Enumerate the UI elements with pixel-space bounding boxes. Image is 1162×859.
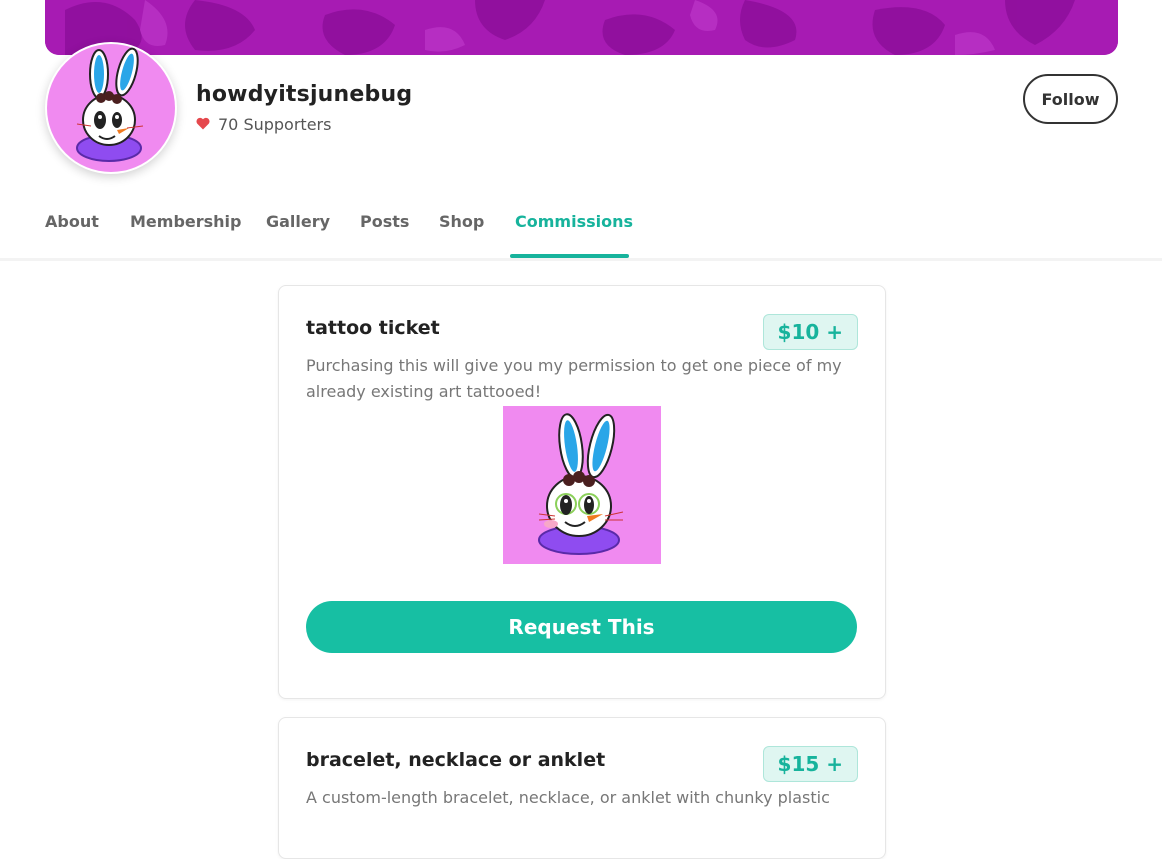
commission-image[interactable] xyxy=(503,406,661,564)
supporters-label: 70 Supporters xyxy=(218,115,332,134)
active-tab-indicator xyxy=(510,254,629,258)
commission-description: Purchasing this will give you my permiss… xyxy=(306,356,842,401)
price-badge: $15 + xyxy=(762,746,858,782)
heart-icon xyxy=(196,115,210,134)
tab-membership[interactable]: Membership xyxy=(130,212,242,231)
follow-button[interactable]: Follow xyxy=(1023,74,1118,124)
price-badge: $10 + xyxy=(762,314,858,350)
commission-description: A custom-length bracelet, necklace, or a… xyxy=(306,788,830,807)
profile-username: howdyitsjunebug xyxy=(196,82,413,107)
commission-title: bracelet, necklace or anklet xyxy=(306,749,606,771)
commission-title: tattoo ticket xyxy=(306,317,440,339)
tab-about[interactable]: About xyxy=(45,212,99,231)
tab-gallery[interactable]: Gallery xyxy=(266,212,330,231)
commission-card: bracelet, necklace or anklet $15 + A cus… xyxy=(278,717,886,859)
request-this-button[interactable]: Request This xyxy=(306,601,857,653)
profile-nav: About Membership Gallery Posts Shop Comm… xyxy=(0,200,1162,261)
profile-banner xyxy=(45,0,1118,55)
commission-card: tattoo ticket $10 + Purchasing this will… xyxy=(278,285,886,699)
profile-avatar[interactable] xyxy=(45,42,177,174)
tab-shop[interactable]: Shop xyxy=(439,212,484,231)
tab-posts[interactable]: Posts xyxy=(360,212,409,231)
supporters-count: 70 Supporters xyxy=(196,115,331,134)
tab-commissions[interactable]: Commissions xyxy=(515,212,633,231)
